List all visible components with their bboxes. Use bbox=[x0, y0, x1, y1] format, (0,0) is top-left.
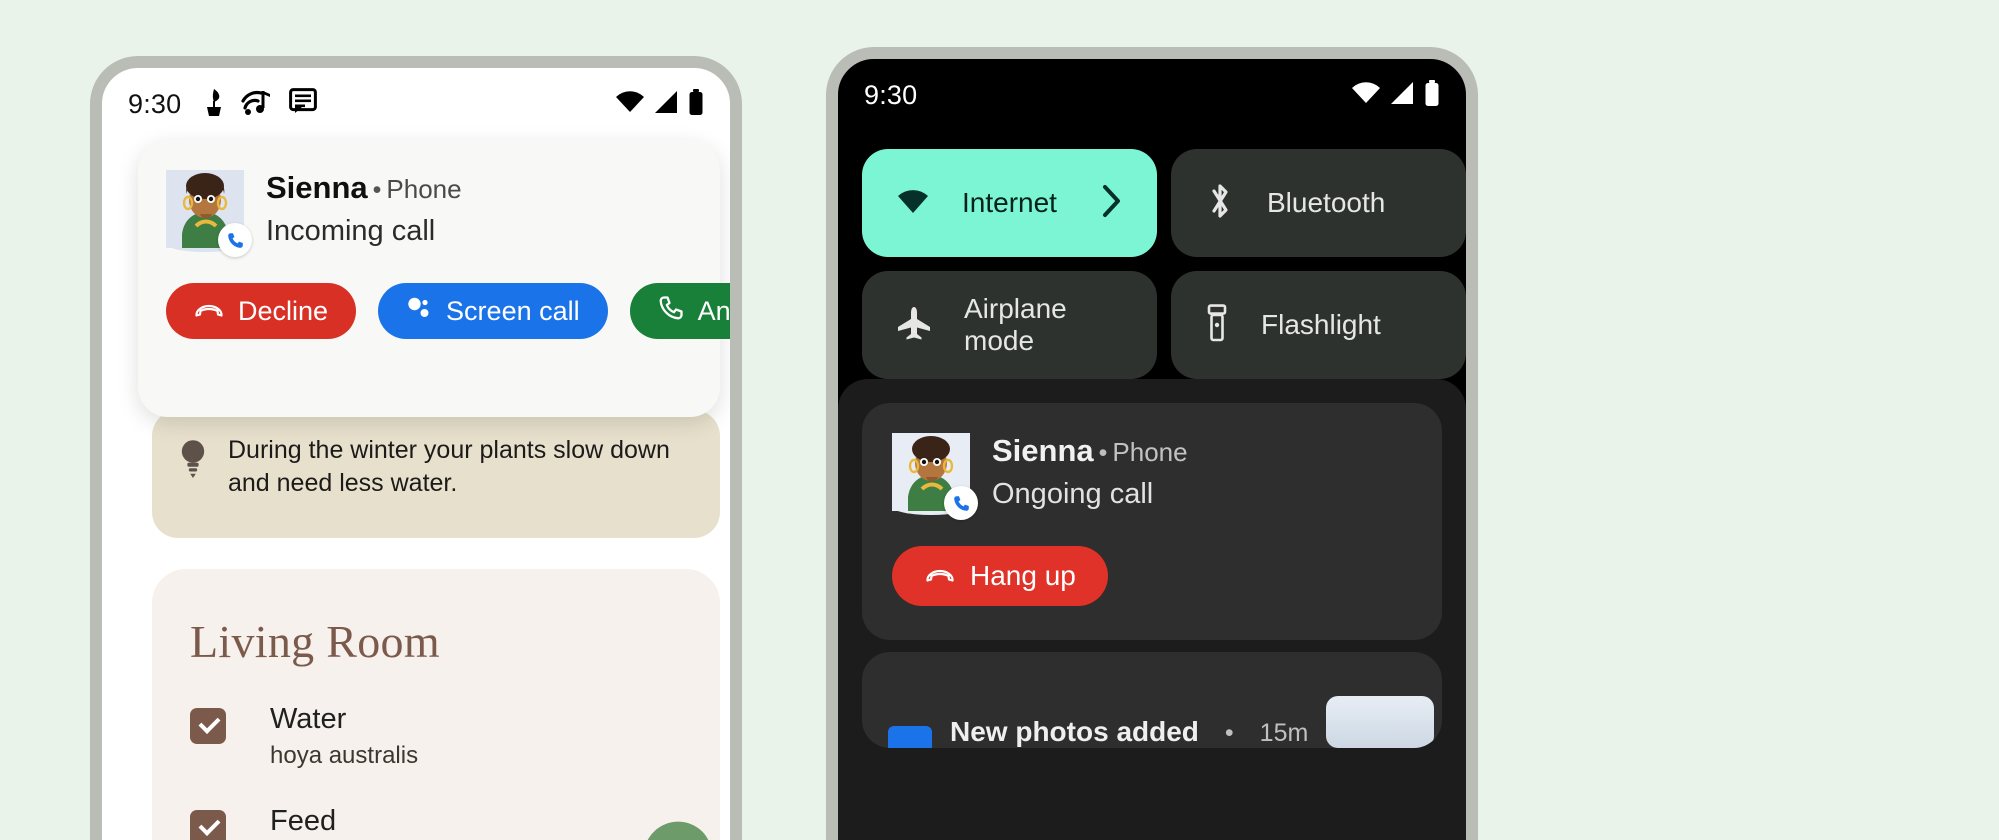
wifi-icon bbox=[896, 187, 930, 220]
statusbar-left: 9:30 bbox=[102, 68, 730, 140]
wifi-icon bbox=[1352, 81, 1380, 110]
message-icon bbox=[289, 87, 318, 121]
phone-call-icon bbox=[218, 223, 252, 257]
call-action-row: Decline Screen call An bbox=[166, 283, 730, 339]
qs-tile-internet[interactable]: Internet bbox=[862, 149, 1157, 257]
app-name: Phone bbox=[386, 174, 462, 204]
airplane-icon bbox=[896, 306, 932, 345]
screen-call-label: Screen call bbox=[446, 295, 580, 326]
notification-header: Sienna • Phone Ongoing call bbox=[892, 433, 1412, 520]
room-card: Living Room Water hoya australis Feed bbox=[152, 569, 720, 840]
plant-leaf-illustration bbox=[512, 784, 720, 840]
phone-left: During the winter your plants slow down … bbox=[90, 56, 742, 840]
assistant-icon bbox=[406, 295, 432, 328]
bluetooth-icon bbox=[1205, 182, 1235, 225]
status-time: 9:30 bbox=[864, 79, 918, 110]
photos-separator: • bbox=[1224, 719, 1234, 747]
phone-left-screen: During the winter your plants slow down … bbox=[102, 68, 730, 840]
ongoing-call-notification[interactable]: Sienna • Phone Ongoing call Hang up bbox=[862, 403, 1442, 640]
task-name: Feed bbox=[270, 805, 337, 838]
call-status: Ongoing call bbox=[992, 478, 1154, 510]
screen-call-button[interactable]: Screen call bbox=[378, 283, 608, 339]
contact-name: Sienna bbox=[266, 170, 368, 205]
wifi-icon bbox=[616, 90, 644, 119]
checkbox-feed[interactable] bbox=[190, 810, 226, 840]
notification-text-block: Sienna • Phone Ongoing call bbox=[992, 433, 1188, 511]
app-name: Phone bbox=[1112, 437, 1188, 467]
photos-notification[interactable]: New photos added • 15m bbox=[862, 652, 1442, 748]
signal-icon bbox=[1389, 81, 1415, 110]
notification-title-line: Sienna • Phone bbox=[266, 170, 462, 206]
status-right-icons bbox=[1352, 79, 1440, 111]
qs-tile-label: Airplane mode bbox=[964, 293, 1067, 356]
status-time: 9:30 bbox=[128, 88, 182, 119]
lightbulb-icon bbox=[176, 430, 210, 483]
call-status: Incoming call bbox=[266, 215, 436, 247]
photos-title: New photos added bbox=[950, 716, 1199, 747]
avatar-wrap bbox=[892, 433, 978, 520]
photos-timestamp: 15m bbox=[1259, 719, 1309, 747]
task-name: Water bbox=[270, 703, 347, 735]
quick-settings-grid: Internet Bluetooth Airplane mode Flashli… bbox=[862, 149, 1466, 379]
qs-tile-airplane-mode[interactable]: Airplane mode bbox=[862, 271, 1157, 379]
status-right-icons bbox=[616, 88, 704, 120]
room-title: Living Room bbox=[190, 616, 440, 667]
contact-name: Sienna bbox=[992, 433, 1094, 468]
answer-button[interactable]: Answer bbox=[629, 283, 730, 339]
phone-hangup-icon bbox=[924, 560, 956, 592]
chevron-right-icon[interactable] bbox=[1101, 184, 1123, 223]
notification-title-line: Sienna • Phone bbox=[992, 433, 1188, 469]
checkbox-water[interactable] bbox=[190, 708, 226, 744]
qs-tile-label: Bluetooth bbox=[1267, 187, 1386, 218]
photos-app-icon bbox=[888, 726, 932, 748]
hang-up-label: Hang up bbox=[970, 560, 1076, 591]
qs-tile-flashlight[interactable]: Flashlight bbox=[1171, 271, 1466, 379]
phone-right-screen: 9:30 Internet Bluetooth Airplane mode Fl… bbox=[838, 59, 1466, 840]
notification-header: Sienna • Phone Incoming call bbox=[166, 170, 692, 257]
decline-button[interactable]: Decline bbox=[166, 283, 357, 339]
qs-tile-bluetooth[interactable]: Bluetooth bbox=[1171, 149, 1466, 257]
hang-up-button[interactable]: Hang up bbox=[892, 546, 1108, 606]
incoming-call-notification[interactable]: Sienna • Phone Incoming call Decline Scr… bbox=[138, 140, 730, 417]
phone-answer-icon bbox=[658, 295, 684, 328]
battery-icon bbox=[688, 88, 704, 120]
statusbar-right: 9:30 bbox=[838, 59, 1466, 131]
phone-call-icon bbox=[944, 486, 978, 520]
photo-thumbnail bbox=[1326, 696, 1435, 748]
signal-icon bbox=[653, 90, 679, 119]
phone-hangup-icon bbox=[194, 296, 224, 327]
flashlight-icon bbox=[1205, 303, 1229, 347]
tip-text: During the winter your plants slow down … bbox=[228, 436, 670, 498]
phone-right: 9:30 Internet Bluetooth Airplane mode Fl… bbox=[826, 47, 1478, 840]
decline-label: Decline bbox=[238, 295, 329, 326]
status-left-icons bbox=[203, 87, 318, 122]
plant-icon bbox=[203, 87, 225, 122]
wifi-music-icon bbox=[241, 87, 273, 122]
call-action-row: Hang up bbox=[892, 546, 1412, 606]
notification-text-block: Sienna • Phone Incoming call bbox=[266, 170, 462, 248]
separator-dot: • bbox=[1098, 439, 1108, 467]
answer-label: Answer bbox=[697, 295, 730, 326]
battery-icon bbox=[1424, 79, 1440, 111]
qs-tile-label: Internet bbox=[962, 187, 1057, 218]
screenshot-canvas: During the winter your plants slow down … bbox=[0, 0, 1999, 840]
notification-shade: Sienna • Phone Ongoing call Hang up New … bbox=[838, 379, 1466, 840]
task-subtitle: hoya australis bbox=[270, 742, 419, 770]
separator-dot: • bbox=[372, 176, 382, 204]
task-row-water[interactable]: Water hoya australis bbox=[152, 668, 720, 770]
avatar-wrap bbox=[166, 170, 252, 257]
tip-card: During the winter your plants slow down … bbox=[152, 410, 720, 538]
qs-tile-label: Flashlight bbox=[1261, 309, 1381, 340]
